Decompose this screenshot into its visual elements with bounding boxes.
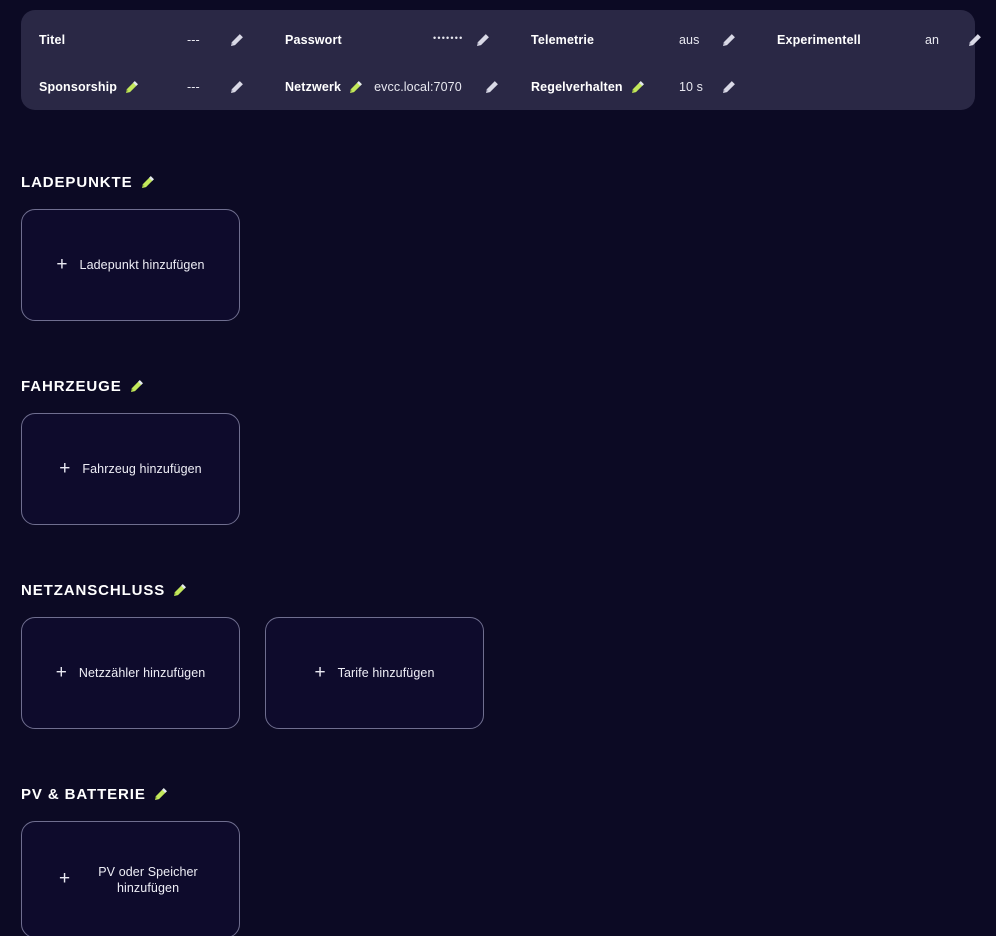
add-card-content: + PV oder Speicher hinzufügen [45, 864, 216, 896]
add-ladepunkt-card[interactable]: + Ladepunkt hinzufügen [21, 209, 240, 321]
add-card-label: Tarife hinzufügen [337, 666, 435, 680]
section-header-fahrzeuge: FAHRZEUGE [21, 376, 240, 396]
pencil-icon-telemetrie[interactable] [721, 32, 737, 48]
pencil-icon-regelverhalten-label[interactable] [630, 79, 646, 95]
cards-row-ladepunkte: + Ladepunkt hinzufügen [21, 209, 240, 321]
add-card-label: Fahrzeug hinzufügen [82, 462, 202, 476]
add-pv-speicher-card[interactable]: + PV oder Speicher hinzufügen [21, 821, 240, 936]
setting-value-group-regelverhalten: 10 s [679, 79, 737, 95]
setting-telemetrie: Telemetrie aus [513, 16, 759, 63]
setting-titel: Titel --- [21, 16, 267, 63]
setting-sponsorship: Sponsorship --- [21, 63, 267, 110]
setting-value-group-titel: --- [187, 32, 245, 48]
setting-value-group-experimentell: an [925, 32, 983, 48]
setting-value-sponsorship: --- [187, 79, 200, 94]
add-card-label: Ladepunkt hinzufügen [79, 258, 205, 272]
plus-icon: + [55, 661, 67, 683]
setting-label-experimentell: Experimentell [777, 32, 861, 47]
pencil-icon-sponsorship-label[interactable] [124, 79, 140, 95]
plus-icon: + [59, 457, 71, 479]
pencil-icon-netzwerk-value[interactable] [484, 79, 500, 95]
add-fahrzeug-card[interactable]: + Fahrzeug hinzufügen [21, 413, 240, 525]
section-header-ladepunkte: LADEPUNKTE [21, 172, 240, 192]
cards-row-fahrzeuge: + Fahrzeug hinzufügen [21, 413, 240, 525]
section-netzanschluss: NETZANSCHLUSS + Netzzähler hinzufügen + … [21, 580, 484, 729]
add-card-content: + Tarife hinzufügen [300, 661, 448, 683]
add-card-label: PV oder Speicher hinzufügen [98, 864, 198, 895]
setting-value-telemetrie: aus [679, 32, 700, 47]
add-card-content: + Fahrzeug hinzufügen [45, 457, 215, 479]
plus-icon: + [58, 868, 71, 889]
cards-row-pv-batterie: + PV oder Speicher hinzufügen [21, 821, 240, 936]
section-header-pv-batterie: PV & BATTERIE [21, 784, 240, 804]
pencil-icon-ladepunkte[interactable] [140, 174, 156, 190]
add-card-content: + Netzzähler hinzufügen [42, 661, 220, 683]
add-card-content: + Ladepunkt hinzufügen [42, 253, 218, 275]
setting-netzwerk: Netzwerk evcc.local:7070 [267, 63, 513, 110]
setting-value-passwort: ••••••• [433, 32, 464, 43]
section-title-fahrzeuge: FAHRZEUGE [21, 377, 122, 395]
section-pv-batterie: PV & BATTERIE + PV oder Speicher hinzufü… [21, 784, 240, 936]
setting-value-group-passwort: ••••••• [433, 32, 491, 48]
global-settings-panel: Titel --- Passwort ••••••• Telemetrie au… [21, 10, 981, 110]
setting-value-group-sponsorship: --- [187, 79, 245, 95]
setting-value-group-netzwerk: evcc.local:7070 [374, 79, 500, 95]
pencil-icon-titel[interactable] [229, 32, 245, 48]
setting-passwort: Passwort ••••••• [267, 16, 513, 63]
pencil-icon-netzwerk-label[interactable] [348, 79, 364, 95]
pencil-icon-fahrzeuge[interactable] [129, 378, 145, 394]
setting-value-experimentell: an [925, 32, 940, 47]
plus-icon: + [314, 661, 326, 683]
pencil-icon-pv-batterie[interactable] [153, 786, 169, 802]
section-title-pv-batterie: PV & BATTERIE [21, 785, 146, 803]
pencil-icon-experimentell[interactable] [967, 32, 983, 48]
setting-label-sponsorship: Sponsorship [39, 79, 118, 94]
setting-value-titel: --- [187, 32, 200, 47]
add-netzzaehler-card[interactable]: + Netzzähler hinzufügen [21, 617, 240, 729]
setting-label-telemetrie: Telemetrie [531, 32, 595, 47]
pencil-icon-netzanschluss[interactable] [172, 582, 188, 598]
cards-row-netzanschluss: + Netzzähler hinzufügen + Tarife hinzufü… [21, 617, 484, 729]
plus-icon: + [56, 253, 68, 275]
add-tarife-card[interactable]: + Tarife hinzufügen [265, 617, 484, 729]
pencil-icon-regelverhalten-value[interactable] [721, 79, 737, 95]
setting-label-titel: Titel [39, 32, 66, 47]
settings-grid: Titel --- Passwort ••••••• Telemetrie au… [21, 10, 981, 110]
section-title-ladepunkte: LADEPUNKTE [21, 173, 133, 191]
setting-value-group-telemetrie: aus [679, 32, 737, 48]
setting-label-passwort: Passwort [285, 32, 342, 47]
setting-label-regelverhalten: Regelverhalten [531, 79, 623, 94]
add-card-label: Netzzähler hinzufügen [78, 666, 206, 680]
setting-experimentell: Experimentell an [759, 16, 981, 63]
pencil-icon-sponsorship-value[interactable] [229, 79, 245, 95]
section-header-netzanschluss: NETZANSCHLUSS [21, 580, 484, 600]
setting-value-regelverhalten: 10 s [679, 79, 704, 94]
setting-regelverhalten: Regelverhalten 10 s [513, 63, 759, 110]
setting-empty-cell [759, 63, 975, 110]
pencil-icon-passwort[interactable] [475, 32, 491, 48]
section-fahrzeuge: FAHRZEUGE + Fahrzeug hinzufügen [21, 376, 240, 525]
section-title-netzanschluss: NETZANSCHLUSS [21, 581, 166, 599]
setting-value-netzwerk: evcc.local:7070 [374, 79, 462, 94]
section-ladepunkte: LADEPUNKTE + Ladepunkt hinzufügen [21, 172, 240, 321]
setting-label-netzwerk: Netzwerk [285, 79, 342, 94]
